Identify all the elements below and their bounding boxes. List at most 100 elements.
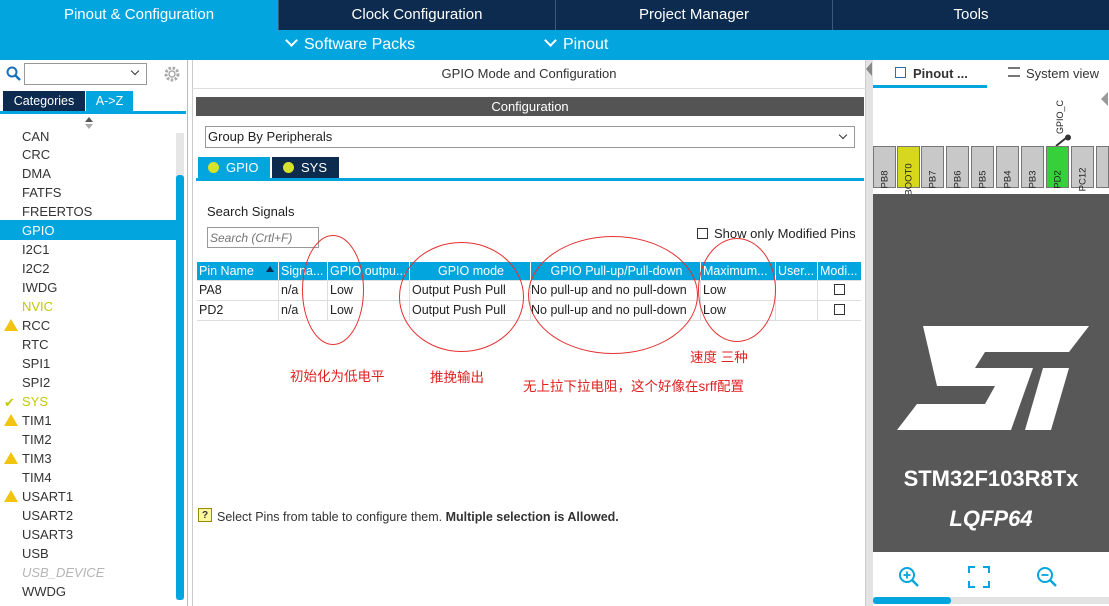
sort-ascending-icon	[266, 266, 274, 272]
category-item[interactable]: TIM4	[22, 468, 52, 487]
category-item[interactable]: IWDG	[22, 278, 57, 297]
category-scrollbar-thumb[interactable]	[176, 175, 184, 600]
zoom-in-icon[interactable]	[898, 566, 920, 588]
tab-pinout-configuration[interactable]: Pinout & Configuration	[0, 0, 279, 30]
check-circle-icon	[208, 162, 219, 173]
gear-icon[interactable]	[163, 65, 181, 83]
category-item[interactable]: TIM3	[4, 449, 52, 468]
zoom-out-icon[interactable]	[1036, 566, 1058, 588]
tab-tools[interactable]: Tools	[833, 0, 1109, 30]
category-item[interactable]: RTC	[22, 335, 48, 354]
category-item[interactable]: CAN	[22, 128, 49, 146]
pin-pb5[interactable]: PB5	[971, 146, 994, 188]
hint-plain: Select Pins from table to configure them…	[217, 510, 446, 524]
pin-label: PB5	[977, 170, 988, 189]
checkmark-icon: ✔	[4, 395, 15, 410]
category-item[interactable]: ✔ SYS	[4, 392, 49, 411]
warning-icon	[4, 414, 18, 426]
show-modified-checkbox[interactable]	[697, 228, 708, 239]
splitter[interactable]	[866, 60, 873, 606]
pin-pc12[interactable]: PC12	[1071, 146, 1094, 191]
tab-clock-configuration[interactable]: Clock Configuration	[279, 0, 556, 30]
column-header-pin-name[interactable]: Pin Name	[197, 262, 279, 280]
warning-icon	[4, 452, 18, 464]
group-by-value: Group By Peripherals	[208, 129, 333, 144]
tab-a-to-z[interactable]: A->Z	[86, 91, 133, 111]
category-item[interactable]: I2C1	[22, 240, 49, 259]
pin-pb8[interactable]: PB8	[873, 146, 896, 188]
tab-underline	[0, 111, 186, 114]
search-icon[interactable]	[6, 66, 22, 82]
pin-label: PB8	[879, 170, 890, 189]
tab-pinout-view[interactable]: Pinout ...	[913, 66, 968, 81]
annotation-circle	[302, 235, 364, 345]
group-by-select[interactable]: Group By Peripherals	[205, 126, 855, 148]
pin-signal-label: GPIO_C	[1047, 100, 1075, 134]
category-item[interactable]: NVIC	[22, 297, 53, 316]
column-header-user[interactable]: User...	[776, 262, 818, 280]
chip-name: STM32F103R8Tx	[903, 466, 1079, 491]
category-item[interactable]: DMA	[22, 164, 51, 183]
column-label: Pin Name	[199, 264, 254, 278]
fit-screen-icon[interactable]	[968, 566, 990, 588]
category-item[interactable]: USART2	[22, 506, 73, 525]
tab-gpio[interactable]: GPIO	[198, 157, 270, 178]
pin-pd2[interactable]: PD2	[1046, 146, 1069, 189]
pin-label: BOOT0	[903, 163, 914, 196]
tab-system-view[interactable]: System view	[1026, 66, 1099, 81]
category-item[interactable]: CRC	[22, 145, 50, 164]
category-item[interactable]: SPI1	[22, 354, 50, 373]
category-item[interactable]: USB_DEVICE	[22, 563, 104, 582]
tab-sys[interactable]: SYS	[272, 157, 339, 178]
list-icon	[1008, 67, 1020, 77]
cell-pin-name[interactable]: PD2	[197, 300, 279, 320]
category-item[interactable]: I2C2	[22, 259, 49, 278]
pin-signal-text: GPIO_C	[1055, 99, 1066, 135]
pin-partial[interactable]	[1096, 146, 1109, 188]
cell-user[interactable]	[776, 280, 818, 300]
category-item[interactable]: SPI2	[22, 373, 50, 392]
annotation-circle	[698, 238, 776, 342]
modified-checkbox[interactable]	[834, 304, 845, 315]
column-header-modified[interactable]: Modi...	[818, 262, 861, 280]
pin-pb7[interactable]: PB7	[921, 146, 944, 188]
category-item[interactable]: USB	[22, 544, 49, 563]
category-item[interactable]: FATFS	[22, 183, 61, 202]
pin-pb4[interactable]: PB4	[996, 146, 1019, 188]
hint-icon: ?	[198, 508, 212, 522]
collapse-arrow-icon[interactable]	[866, 62, 872, 76]
category-item[interactable]: USART3	[22, 525, 73, 544]
category-label: SYS	[22, 394, 49, 409]
category-item[interactable]: FREERTOS	[22, 202, 92, 221]
chevron-down-icon	[130, 66, 140, 76]
category-item[interactable]: RCC	[4, 316, 50, 335]
pin-label: PD2	[1052, 170, 1063, 189]
cell-pin-name[interactable]: PA8	[197, 280, 279, 300]
category-label: TIM3	[22, 451, 52, 466]
pin-pb3[interactable]: PB3	[1021, 146, 1044, 188]
cell-user[interactable]	[776, 300, 818, 320]
pin-label: PB3	[1027, 170, 1038, 189]
search-signals-input[interactable]	[207, 227, 319, 248]
scroll-left-icon[interactable]	[1101, 92, 1108, 106]
category-item-gpio[interactable]: GPIO	[22, 221, 55, 240]
pin-boot0[interactable]: BOOT0	[897, 146, 920, 196]
software-packs-label: Software Packs	[304, 36, 416, 53]
category-item[interactable]: WWDG	[22, 582, 66, 601]
category-item[interactable]: USART1	[4, 487, 73, 506]
pin-pb6[interactable]: PB6	[946, 146, 969, 188]
category-search-combo[interactable]	[24, 63, 147, 85]
modified-checkbox[interactable]	[834, 284, 845, 295]
check-circle-icon	[283, 162, 294, 173]
warning-icon	[4, 319, 18, 331]
st-logo	[897, 326, 1089, 430]
tab-categories[interactable]: Categories	[3, 91, 85, 111]
pinout-menu[interactable]: Pinout	[544, 30, 608, 60]
tab-project-manager[interactable]: Project Manager	[556, 0, 833, 30]
pin-label: PC12	[1077, 167, 1088, 192]
category-item[interactable]: TIM1	[4, 411, 52, 430]
category-item[interactable]: TIM2	[22, 430, 52, 449]
horizontal-scrollbar-thumb[interactable]	[873, 597, 951, 604]
software-packs-menu[interactable]: Software Packs	[285, 30, 416, 60]
pin-label: PB6	[952, 170, 963, 189]
